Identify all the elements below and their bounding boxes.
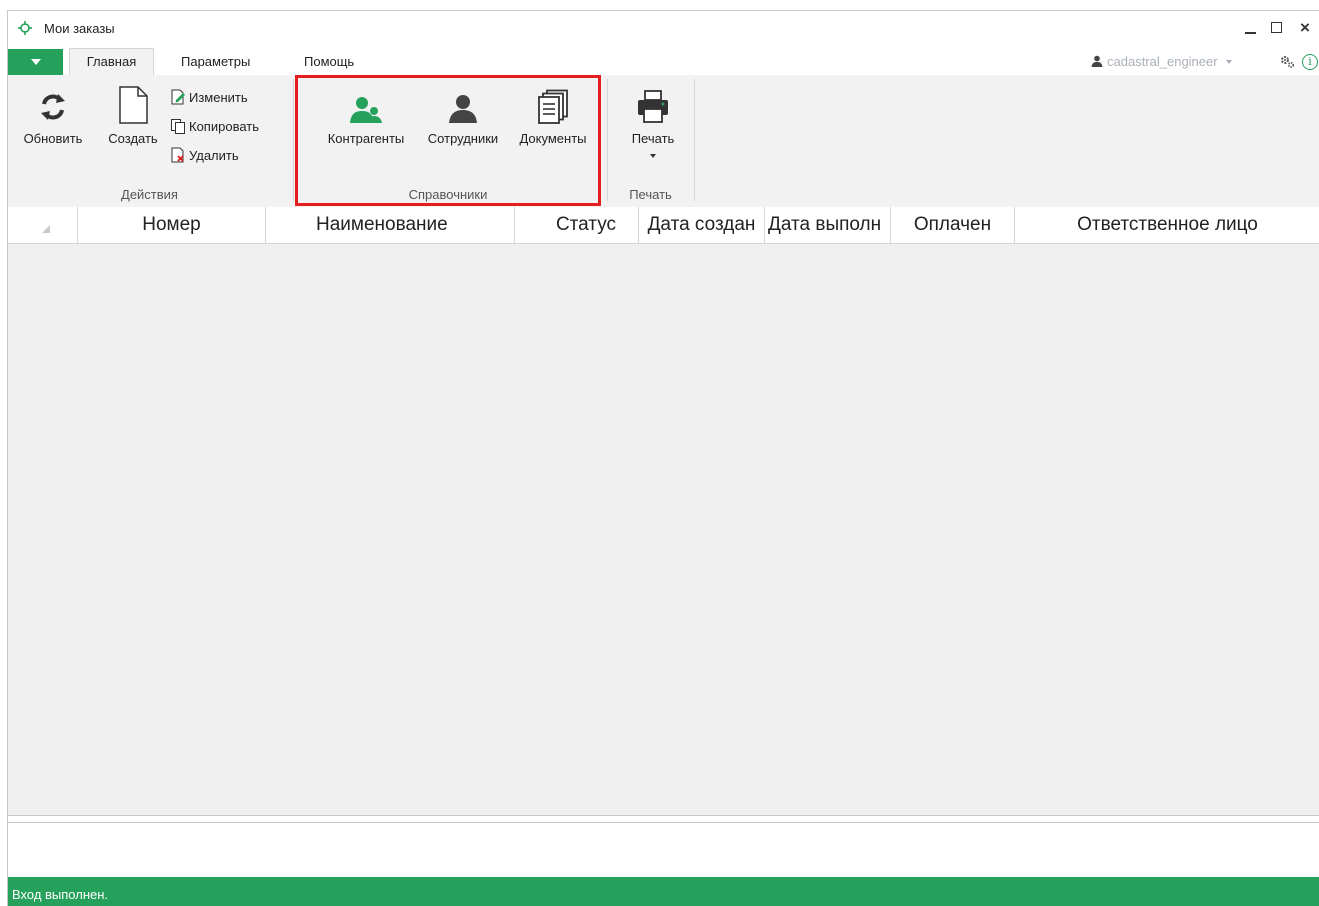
- print-label: Печать: [631, 131, 675, 146]
- group-actions-label: Действия: [121, 187, 178, 202]
- group-print-label: Печать: [629, 187, 672, 202]
- copy-icon: [171, 119, 185, 134]
- copy-button[interactable]: Копировать: [170, 118, 259, 134]
- group-separator: [694, 79, 695, 201]
- maximize-button[interactable]: [1266, 17, 1290, 39]
- orders-table[interactable]: Номер Наименование Статус Дата создан Да…: [8, 207, 1319, 816]
- create-label: Создать: [108, 131, 158, 146]
- edit-label: Изменить: [189, 90, 248, 105]
- user-name: cadastral_engineer: [1107, 54, 1218, 69]
- app-menu-button[interactable]: [8, 49, 63, 75]
- crosshair-icon: [18, 21, 32, 35]
- new-document-icon: [119, 86, 148, 124]
- app-window: Мои заказы × Главная Параметры Помощь ca…: [7, 10, 1319, 906]
- chevron-down-icon: [1225, 60, 1232, 64]
- group-separator: [293, 79, 294, 201]
- column-header-created[interactable]: Дата создан: [639, 207, 765, 243]
- group-print: Печать Печать: [608, 75, 693, 207]
- column-header-completed[interactable]: Дата выполн: [765, 207, 891, 243]
- settings-gear-icon[interactable]: [1279, 54, 1295, 70]
- edit-document-icon: [171, 89, 185, 105]
- info-icon[interactable]: i: [1302, 54, 1318, 70]
- printer-icon: [638, 90, 668, 123]
- window-title: Мои заказы: [44, 21, 115, 36]
- table-header: Номер Наименование Статус Дата создан Да…: [8, 207, 1319, 244]
- tab-parameters[interactable]: Параметры: [171, 49, 260, 75]
- tab-help[interactable]: Помощь: [294, 49, 364, 75]
- bottom-panel: [8, 822, 1319, 878]
- ribbon: Обновить Создать Изменить Копировать Уда…: [8, 75, 1319, 208]
- status-bar: Вход выполнен.: [8, 877, 1319, 906]
- tab-main[interactable]: Главная: [69, 48, 154, 75]
- user-icon: [1091, 55, 1103, 67]
- column-header-responsible[interactable]: Ответственное лицо: [1015, 207, 1319, 243]
- select-all-corner[interactable]: [8, 207, 78, 243]
- copy-label: Копировать: [189, 119, 259, 134]
- column-header-number[interactable]: Номер: [78, 207, 266, 243]
- delete-button[interactable]: Удалить: [170, 147, 239, 163]
- user-menu[interactable]: cadastral_engineer: [1091, 54, 1232, 69]
- chevron-down-icon: [650, 154, 656, 158]
- delete-label: Удалить: [189, 148, 239, 163]
- column-header-status[interactable]: Статус: [515, 207, 639, 243]
- group-actions: Обновить Создать Изменить Копировать Уда…: [8, 75, 291, 207]
- edit-button[interactable]: Изменить: [170, 89, 248, 105]
- title-bar: Мои заказы ×: [8, 11, 1319, 45]
- refresh-button[interactable]: Обновить: [22, 89, 84, 146]
- delete-document-icon: [171, 147, 184, 163]
- print-button[interactable]: Печать: [618, 89, 688, 161]
- minimize-button[interactable]: [1238, 17, 1262, 39]
- create-button[interactable]: Создать: [102, 85, 164, 146]
- refresh-icon: [41, 94, 65, 120]
- references-highlight-box: [295, 75, 601, 206]
- ribbon-tabs: Главная Параметры Помощь cadastral_engin…: [8, 48, 1319, 76]
- column-header-paid[interactable]: Оплачен: [891, 207, 1015, 243]
- refresh-label: Обновить: [23, 131, 83, 146]
- close-button[interactable]: ×: [1293, 17, 1317, 39]
- column-header-name[interactable]: Наименование: [266, 207, 515, 243]
